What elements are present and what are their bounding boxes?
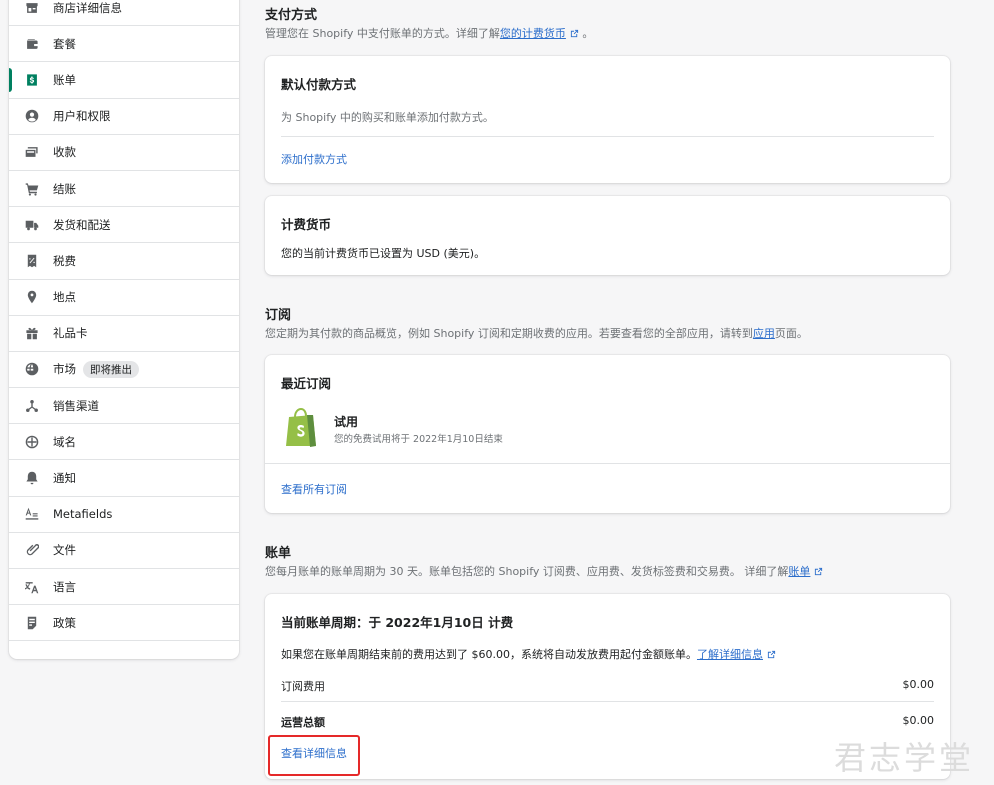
location-icon — [25, 290, 39, 304]
user-icon — [25, 109, 39, 123]
card-divider — [281, 701, 934, 702]
payment-desc-suffix: 。 — [582, 27, 594, 40]
dollar-icon — [25, 73, 39, 87]
cart-icon — [25, 182, 39, 196]
gift-icon — [25, 326, 39, 340]
sidebar-item-plan[interactable]: 套餐 — [9, 26, 239, 63]
sidebar-item-metafields[interactable]: Metafields — [9, 497, 239, 533]
paperclip-icon — [25, 543, 39, 557]
sidebar-item-gift-cards[interactable]: 礼品卡 — [9, 316, 239, 352]
sidebar-item-shipping[interactable]: 发货和配送 — [9, 207, 239, 244]
apps-link[interactable]: 应用 — [753, 327, 775, 340]
subscriptions-section-desc: 您定期为其付款的商品概览，例如 Shopify 订阅和定期收费的应用。若要查看您… — [265, 325, 808, 341]
sidebar-item-label: 地点 — [53, 290, 76, 305]
metafields-icon — [25, 507, 39, 521]
sidebar-item-label: 商店详细信息 — [53, 0, 122, 15]
channels-icon — [25, 399, 39, 413]
default-payment-card: 默认付款方式 为 Shopify 中的购买和账单添加付款方式。 添加付款方式 — [265, 56, 950, 183]
subscriptions-desc-suffix: 页面。 — [774, 327, 808, 340]
plan-name: 试用 — [334, 415, 359, 429]
credit-card-icon — [25, 145, 39, 159]
sidebar-item-label: 市场 — [53, 362, 76, 377]
sidebar-item-label: Metafields — [53, 507, 113, 522]
bills-section-desc: 您每月账单的账单周期为 30 天。账单包括您的 Shopify 订阅费、应用费、… — [265, 563, 823, 579]
store-icon — [25, 1, 39, 15]
sidebar-item-sales-channels[interactable]: 销售渠道 — [9, 388, 239, 425]
add-payment-method-link[interactable]: 添加付款方式 — [281, 151, 347, 167]
sidebar-item-label: 税费 — [53, 253, 76, 268]
external-link-icon — [767, 649, 776, 659]
shopify-logo-icon — [283, 407, 319, 447]
highlight-box — [268, 735, 360, 776]
sidebar-item-markets[interactable]: 市场 即将推出 — [9, 352, 239, 389]
bell-icon — [25, 471, 39, 485]
settings-sidebar: 商店详细信息 套餐 账单 用户和权限 收款 结账 发货和配送 税费 地点 礼品卡… — [9, 0, 239, 659]
watermark-text: 君志学堂 — [834, 739, 975, 777]
view-all-subscriptions-link[interactable]: 查看所有订阅 — [281, 481, 347, 497]
sidebar-item-label: 发货和配送 — [53, 217, 111, 232]
sidebar-item-label: 文件 — [53, 543, 76, 558]
truck-icon — [25, 218, 39, 232]
bills-section-title: 账单 — [265, 546, 292, 561]
globe-grid-icon — [25, 435, 39, 449]
payment-section-desc: 管理您在 Shopify 中支付账单的方式。详细了解您的计费货币 。 — [265, 25, 593, 41]
sidebar-item-label: 收款 — [53, 145, 76, 160]
sidebar-item-locations[interactable]: 地点 — [9, 280, 239, 316]
recent-subscriptions-card: 最近订阅 试用 您的免费试用将于 2022年1月10日结束 查看所有订阅 — [265, 355, 950, 513]
sidebar-item-label: 账单 — [53, 72, 76, 87]
card-divider — [281, 136, 934, 137]
bills-desc-text: 您每月账单的账单周期为 30 天。账单包括您的 Shopify 订阅费、应用费、… — [265, 565, 789, 578]
sidebar-item-label: 用户和权限 — [53, 109, 111, 124]
sidebar-item-label: 通知 — [53, 471, 76, 486]
billing-currency-link[interactable]: 您的计费货币 — [500, 27, 566, 40]
bills-learn-more-link[interactable]: 账单 — [788, 565, 810, 578]
sidebar-item-notifications[interactable]: 通知 — [9, 460, 239, 497]
current-billing-cycle-title: 当前账单周期：于 2022年1月10日 计费 — [281, 615, 514, 630]
card-divider — [265, 463, 950, 464]
subscription-fees-label: 订阅费用 — [281, 680, 325, 693]
sidebar-item-checkout[interactable]: 结账 — [9, 171, 239, 208]
sidebar-item-label: 销售渠道 — [53, 398, 99, 413]
threshold-learn-more-link[interactable]: 了解详细信息 — [697, 648, 763, 661]
billing-currency-text: 您的当前计费货币已设置为 USD (美元)。 — [281, 247, 486, 260]
running-total-label: 运营总额 — [281, 716, 325, 729]
external-link-icon — [570, 28, 579, 38]
threshold-notice-text: 如果您在账单周期结束前的费用达到了 $60.00，系统将自动发放费用起付金额账单… — [281, 648, 697, 661]
sidebar-item-domains[interactable]: 域名 — [9, 424, 239, 461]
translate-icon — [25, 580, 39, 594]
sidebar-item-payments[interactable]: 收款 — [9, 135, 239, 171]
sidebar-item-label: 域名 — [53, 434, 76, 449]
sidebar-item-label: 礼品卡 — [53, 326, 88, 341]
sidebar-item-label: 结账 — [53, 181, 76, 196]
subscriptions-section-title: 订阅 — [265, 308, 292, 323]
default-payment-title: 默认付款方式 — [281, 77, 357, 92]
running-total-amount: $0.00 — [902, 714, 935, 727]
globe-icon — [25, 362, 39, 376]
billing-currency-title: 计费货币 — [281, 217, 332, 232]
payment-desc-text: 管理您在 Shopify 中支付账单的方式。详细了解 — [265, 27, 500, 40]
default-payment-text: 为 Shopify 中的购买和账单添加付款方式。 — [281, 111, 494, 124]
sidebar-item-label: 政策 — [53, 615, 76, 630]
sidebar-item-label: 套餐 — [53, 36, 76, 51]
policy-icon — [25, 616, 39, 630]
sidebar-item-files[interactable]: 文件 — [9, 533, 239, 569]
trial-end-text: 您的免费试用将于 2022年1月10日结束 — [334, 434, 503, 445]
sidebar-item-policies[interactable]: 政策 — [9, 605, 239, 642]
tax-icon — [25, 254, 39, 268]
sidebar-item-languages[interactable]: 语言 — [9, 569, 239, 606]
threshold-notice: 如果您在账单周期结束前的费用达到了 $60.00，系统将自动发放费用起付金额账单… — [281, 646, 776, 662]
subscriptions-desc-text: 您定期为其付款的商品概览，例如 Shopify 订阅和定期收费的应用。若要查看您… — [265, 327, 753, 340]
payment-section-title: 支付方式 — [265, 8, 318, 23]
coming-soon-badge: 即将推出 — [83, 360, 139, 378]
sidebar-item-users[interactable]: 用户和权限 — [9, 99, 239, 135]
sidebar-item-label: 语言 — [53, 579, 76, 594]
wallet-icon — [25, 37, 39, 51]
sidebar-item-taxes[interactable]: 税费 — [9, 243, 239, 280]
external-link-icon — [814, 566, 823, 576]
billing-currency-card: 计费货币 您的当前计费货币已设置为 USD (美元)。 — [265, 196, 950, 275]
sidebar-item-store-details[interactable]: 商店详细信息 — [9, 0, 239, 27]
sidebar-item-billing[interactable]: 账单 — [9, 62, 239, 99]
subscription-fees-amount: $0.00 — [902, 678, 935, 691]
recent-subscriptions-title: 最近订阅 — [281, 376, 332, 391]
